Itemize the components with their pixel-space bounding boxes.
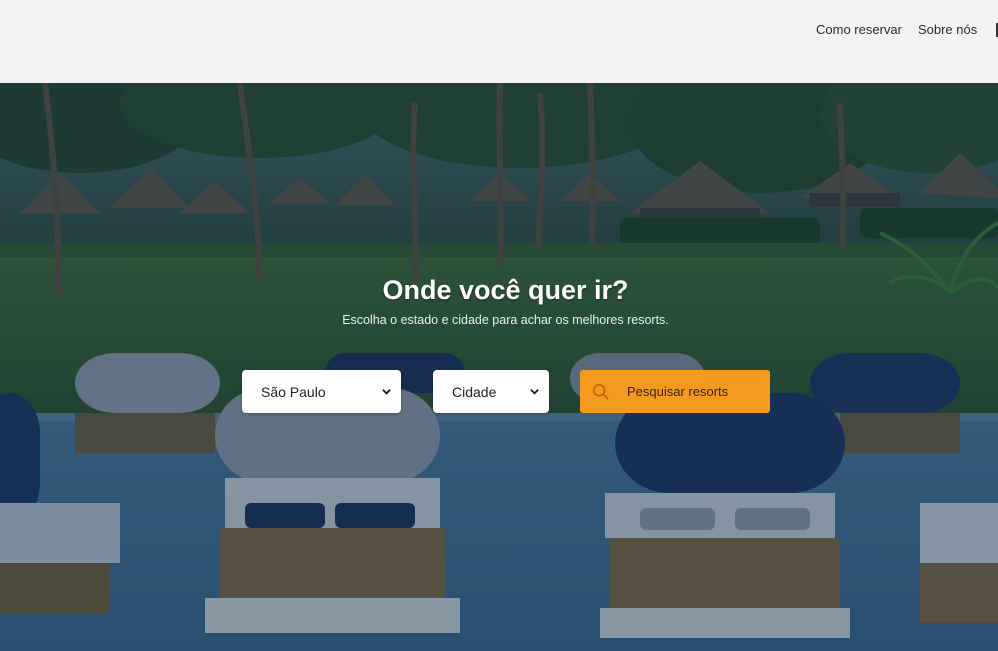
top-navigation-bar: Como reservar Sobre nós <box>0 0 998 83</box>
chevron-down-icon <box>382 389 391 395</box>
city-select-value: Cidade <box>452 383 497 400</box>
state-select[interactable]: São Paulo <box>242 370 401 413</box>
search-button-label: Pesquisar resorts <box>627 384 729 399</box>
chevron-down-icon <box>530 389 539 395</box>
state-select-value: São Paulo <box>261 383 326 400</box>
hero-title: Onde você quer ir? <box>382 275 629 305</box>
hero-section: Onde você quer ir? Escolha o estado e ci… <box>0 83 998 651</box>
nav-link-sobre-nos[interactable]: Sobre nós <box>918 22 977 37</box>
hero-background-image <box>0 83 998 651</box>
main-nav: Como reservar Sobre nós <box>816 22 998 37</box>
search-icon <box>592 383 609 400</box>
search-resorts-button[interactable]: Pesquisar resorts <box>580 370 770 413</box>
city-select[interactable]: Cidade <box>433 370 549 413</box>
nav-link-como-reservar[interactable]: Como reservar <box>816 22 902 37</box>
hero-subtitle: Escolha o estado e cidade para achar os … <box>342 313 669 327</box>
